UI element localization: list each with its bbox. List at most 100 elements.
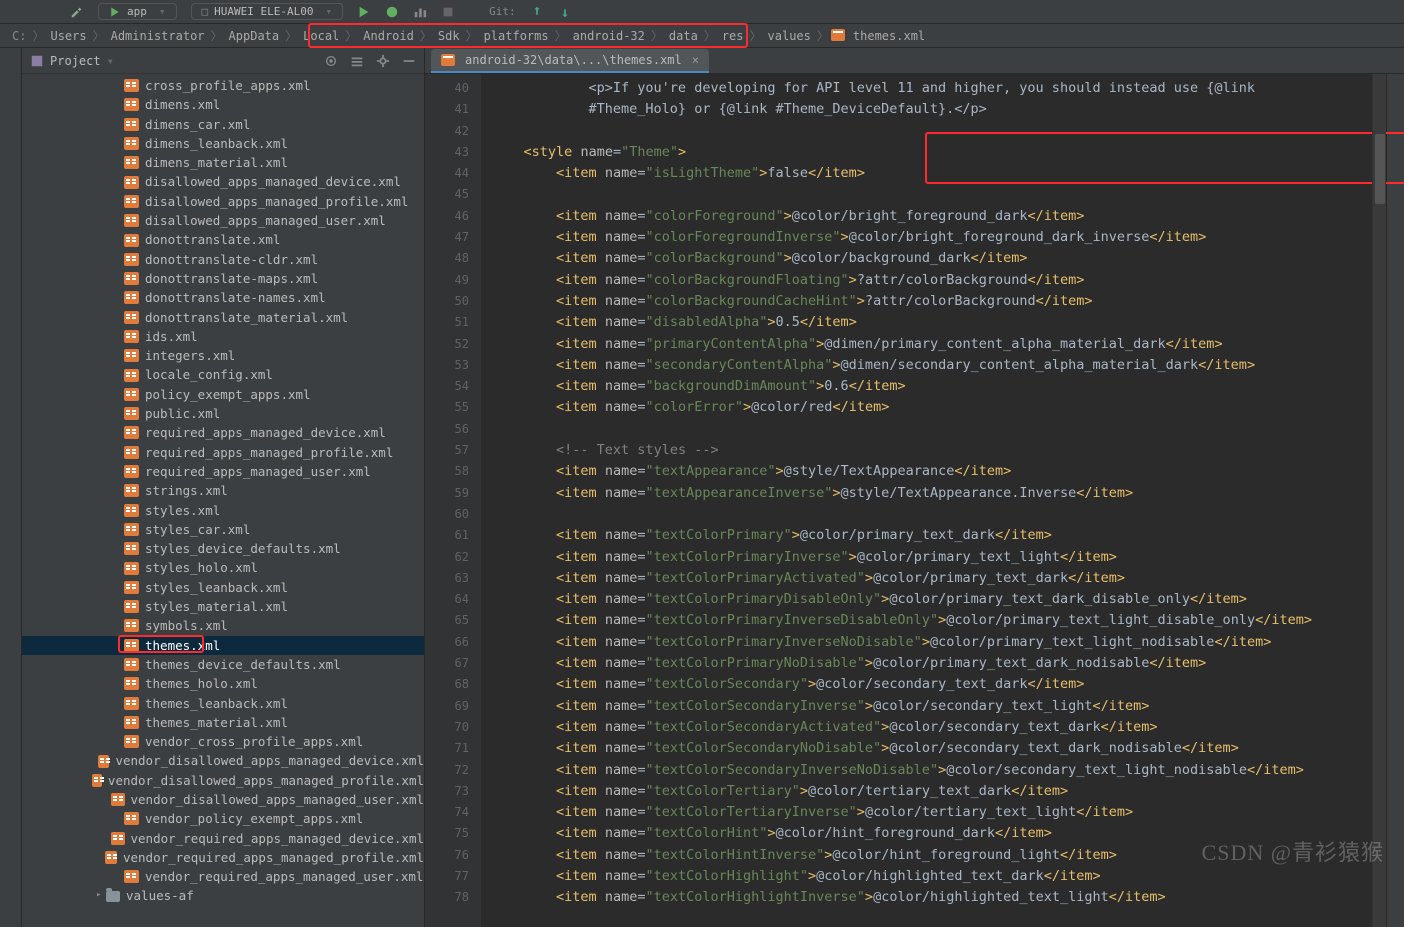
code-line[interactable]: <item name="textColorPrimaryNoDisable">@… — [491, 653, 1372, 674]
tree-file-row[interactable]: styles_car.xml — [22, 520, 424, 539]
code-line[interactable]: <item name="disabledAlpha">0.5</item> — [491, 312, 1372, 333]
code-line[interactable]: <item name="textColorSecondaryInverseNoD… — [491, 760, 1372, 781]
code-line[interactable]: <item name="textColorTertiary">@color/te… — [491, 781, 1372, 802]
code-line[interactable]: <item name="textAppearanceInverse">@styl… — [491, 483, 1372, 504]
settings-icon[interactable] — [376, 54, 390, 68]
tree-file-row[interactable]: donottranslate-maps.xml — [22, 269, 424, 288]
tree-file-row[interactable]: required_apps_managed_profile.xml — [22, 443, 424, 462]
tree-file-row[interactable]: themes.xml — [22, 636, 424, 655]
breadcrumb-item[interactable]: values — [764, 29, 815, 43]
code-line[interactable]: #Theme_Holo} or {@link #Theme_DeviceDefa… — [491, 99, 1372, 120]
select-opened-file-icon[interactable] — [324, 54, 338, 68]
tree-file-row[interactable]: styles_material.xml — [22, 597, 424, 616]
tree-file-row[interactable]: vendor_required_apps_managed_user.xml — [22, 867, 424, 886]
breadcrumb-item[interactable]: themes.xml — [849, 29, 929, 43]
tree-file-row[interactable]: donottranslate-names.xml — [22, 288, 424, 307]
tree-file-row[interactable]: strings.xml — [22, 481, 424, 500]
code-line[interactable]: <item name="secondaryContentAlpha">@dime… — [491, 355, 1372, 376]
tree-file-row[interactable]: integers.xml — [22, 346, 424, 365]
code-line[interactable]: <item name="textColorHint">@color/hint_f… — [491, 823, 1372, 844]
tree-file-row[interactable]: styles_device_defaults.xml — [22, 539, 424, 558]
git-update-icon[interactable] — [530, 5, 544, 19]
tree-file-row[interactable]: vendor_required_apps_managed_device.xml — [22, 829, 424, 848]
breadcrumb-item[interactable]: AppData — [225, 29, 284, 43]
tree-file-row[interactable]: dimens.xml — [22, 95, 424, 114]
tree-file-row[interactable]: dimens_leanback.xml — [22, 134, 424, 153]
tree-file-row[interactable]: cross_profile_apps.xml — [22, 76, 424, 95]
editor-body[interactable]: 4041424344454647484950515253545556575859… — [425, 74, 1404, 927]
breadcrumb-item[interactable]: Administrator — [107, 29, 209, 43]
tree-file-row[interactable]: themes_material.xml — [22, 713, 424, 732]
code-line[interactable] — [491, 419, 1372, 440]
code-line[interactable]: <item name="colorBackground">@color/back… — [491, 248, 1372, 269]
code-line[interactable]: <item name="textColorPrimary">@color/pri… — [491, 525, 1372, 546]
tab-themes-xml[interactable]: android-32\data\...\themes.xml × — [431, 49, 709, 73]
stop-icon[interactable] — [441, 5, 455, 19]
code-line[interactable] — [491, 184, 1372, 205]
code-line[interactable]: <item name="textColorSecondaryNoDisable"… — [491, 738, 1372, 759]
profile-icon[interactable] — [413, 5, 427, 19]
tree-folder-row[interactable]: ▸values-af — [22, 886, 424, 905]
code-line[interactable]: <item name="colorBackgroundCacheHint">?a… — [491, 291, 1372, 312]
code-line[interactable]: <item name="textColorPrimaryDisableOnly"… — [491, 589, 1372, 610]
tree-file-row[interactable]: donottranslate.xml — [22, 230, 424, 249]
collapse-icon[interactable] — [402, 54, 416, 68]
tree-file-row[interactable]: disallowed_apps_managed_user.xml — [22, 211, 424, 230]
code-line[interactable]: <item name="textColorHighlightInverse">@… — [491, 887, 1372, 908]
play-icon[interactable] — [357, 5, 371, 19]
git-commit-icon[interactable] — [558, 5, 572, 19]
code-line[interactable]: <item name="textColorTertiaryInverse">@c… — [491, 802, 1372, 823]
tree-file-row[interactable]: required_apps_managed_device.xml — [22, 423, 424, 442]
tree-file-row[interactable]: policy_exempt_apps.xml — [22, 385, 424, 404]
tree-file-row[interactable]: locale_config.xml — [22, 365, 424, 384]
code-line[interactable]: <item name="textColorSecondaryActivated"… — [491, 717, 1372, 738]
code-line[interactable]: <item name="backgroundDimAmount">0.6</it… — [491, 376, 1372, 397]
tree-file-row[interactable]: vendor_cross_profile_apps.xml — [22, 732, 424, 751]
close-icon[interactable]: × — [692, 53, 699, 67]
breadcrumb-item[interactable]: Users — [46, 29, 90, 43]
tree-file-row[interactable]: vendor_required_apps_managed_profile.xml — [22, 848, 424, 867]
code-line[interactable]: <item name="textColorPrimaryInverseNoDis… — [491, 632, 1372, 653]
tree-file-row[interactable]: themes_leanback.xml — [22, 694, 424, 713]
code-line[interactable]: <item name="colorBackgroundFloating">?at… — [491, 270, 1372, 291]
code-line[interactable]: <item name="textColorSecondaryInverse">@… — [491, 696, 1372, 717]
code-line[interactable]: <item name="textColorPrimaryInverse">@co… — [491, 547, 1372, 568]
code-line[interactable]: <item name="colorForeground">@color/brig… — [491, 206, 1372, 227]
hammer-icon[interactable] — [70, 5, 84, 19]
code-line[interactable]: <item name="textColorHintInverse">@color… — [491, 845, 1372, 866]
code-line[interactable]: <item name="textColorHighlight">@color/h… — [491, 866, 1372, 887]
tree-file-row[interactable]: dimens_material.xml — [22, 153, 424, 172]
code-line[interactable] — [491, 504, 1372, 525]
tree-file-row[interactable]: styles.xml — [22, 501, 424, 520]
editor-scroll-thumb[interactable] — [1375, 134, 1385, 204]
tree-file-row[interactable]: symbols.xml — [22, 616, 424, 635]
tree-file-row[interactable]: disallowed_apps_managed_device.xml — [22, 172, 424, 191]
tree-file-row[interactable]: themes_holo.xml — [22, 674, 424, 693]
tree-file-row[interactable]: donottranslate-cldr.xml — [22, 250, 424, 269]
tree-file-row[interactable]: public.xml — [22, 404, 424, 423]
code-line[interactable]: <p>If you're developing for API level 11… — [491, 78, 1372, 99]
editor-scroll-track[interactable] — [1372, 74, 1386, 927]
device-select[interactable]: □HUAWEI ELE-AL00▾ — [191, 3, 344, 20]
run-config-select[interactable]: app▾ — [98, 3, 177, 20]
tree-file-row[interactable]: vendor_disallowed_apps_managed_user.xml — [22, 790, 424, 809]
tree-file-row[interactable]: styles_leanback.xml — [22, 578, 424, 597]
tree-file-row[interactable]: styles_holo.xml — [22, 558, 424, 577]
code-line[interactable]: <!-- Text styles --> — [491, 440, 1372, 461]
debug-icon[interactable] — [385, 5, 399, 19]
editor-code[interactable]: <p>If you're developing for API level 11… — [481, 74, 1372, 927]
code-line[interactable]: <item name="textColorPrimaryInverseDisab… — [491, 610, 1372, 631]
tree-file-row[interactable]: vendor_disallowed_apps_managed_profile.x… — [22, 771, 424, 790]
tree-file-row[interactable]: ids.xml — [22, 327, 424, 346]
tree-file-row[interactable]: donottranslate_material.xml — [22, 308, 424, 327]
code-line[interactable]: <item name="colorError">@color/red</item… — [491, 397, 1372, 418]
tree-file-row[interactable]: required_apps_managed_user.xml — [22, 462, 424, 481]
expand-all-icon[interactable] — [350, 54, 364, 68]
code-line[interactable]: <item name="colorForegroundInverse">@col… — [491, 227, 1372, 248]
tree-file-row[interactable]: dimens_car.xml — [22, 115, 424, 134]
code-line[interactable]: <item name="primaryContentAlpha">@dimen/… — [491, 334, 1372, 355]
tree-file-row[interactable]: themes_device_defaults.xml — [22, 655, 424, 674]
code-line[interactable]: <item name="textColorSecondary">@color/s… — [491, 674, 1372, 695]
code-line[interactable]: <item name="textColorPrimaryActivated">@… — [491, 568, 1372, 589]
code-line[interactable]: <item name="textAppearance">@style/TextA… — [491, 461, 1372, 482]
